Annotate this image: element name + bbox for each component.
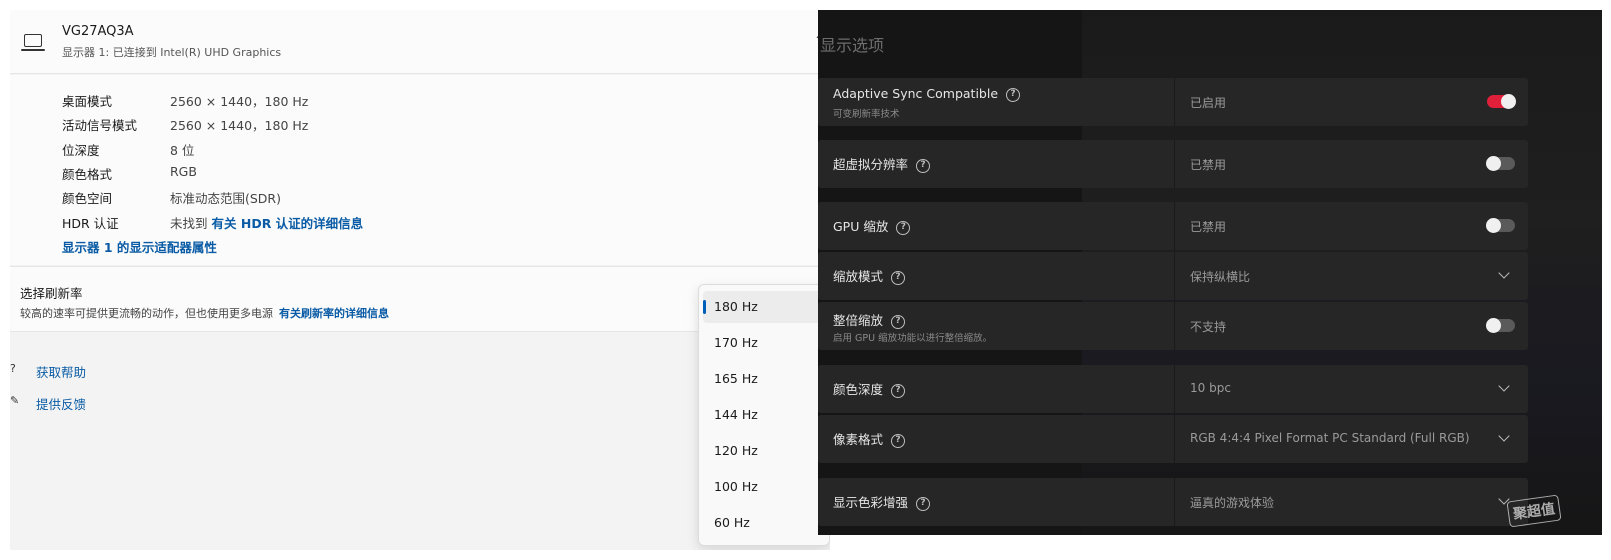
help-circle-icon[interactable]: ? xyxy=(891,314,906,329)
property-value: 未找到 有关 HDR 认证的详细信息 xyxy=(170,213,363,232)
display-options-panel: 显示选项 Adaptive Sync Compatible? 可变刷新率技术 已… xyxy=(818,10,1602,535)
help-circle-icon[interactable]: ? xyxy=(916,158,931,173)
option-pixel-format[interactable]: 像素格式? RGB 4:4:4 Pixel Format PC Standard… xyxy=(818,415,1528,463)
virtual-super-resolution-toggle[interactable] xyxy=(1486,156,1515,171)
adaptive-sync-toggle[interactable] xyxy=(1487,94,1516,109)
hdr-info-link[interactable]: 有关 HDR 认证的详细信息 xyxy=(212,216,364,231)
property-key: 桌面模式 xyxy=(62,94,113,109)
option-virtual-super-resolution: 超虚拟分辨率? 已禁用 xyxy=(818,140,1528,188)
option-label-text: 像素格式 xyxy=(833,432,884,447)
monitor-properties: 桌面模式 2560 × 1440，180 Hz 活动信号模式 2560 × 14… xyxy=(10,75,830,265)
monitor-icon xyxy=(21,34,45,51)
option-label: 像素格式? xyxy=(833,429,906,448)
option-gpu-scaling: GPU 缩放? 已禁用 xyxy=(818,202,1528,250)
feedback-link[interactable]: ✎ 提供反馈 xyxy=(10,394,87,413)
option-value: 保持纵横比 xyxy=(1190,270,1251,284)
divider xyxy=(1174,365,1175,413)
option-color-depth[interactable]: 颜色深度? 10 bpc xyxy=(818,365,1528,413)
option-label: 显示色彩增强? xyxy=(833,492,931,511)
help-circle-icon[interactable]: ? xyxy=(916,496,931,511)
option-label: 颜色深度? xyxy=(833,379,906,398)
option-label: 超虚拟分辨率? xyxy=(833,154,931,173)
help-circle-icon[interactable]: ? xyxy=(896,220,911,235)
monitor-name: VG27AQ3A xyxy=(62,24,134,39)
option-label-text: 颜色深度 xyxy=(833,382,884,397)
divider xyxy=(1174,302,1175,350)
option-label-text: 显示色彩增强 xyxy=(833,495,909,510)
option-adaptive-sync: Adaptive Sync Compatible? 可变刷新率技术 已启用 xyxy=(818,78,1528,126)
help-circle-icon[interactable]: ? xyxy=(891,270,906,285)
option-label: GPU 缩放? xyxy=(833,216,911,235)
refresh-option-120[interactable]: 120 Hz xyxy=(703,435,823,467)
option-label: Adaptive Sync Compatible? xyxy=(833,86,1021,102)
property-key: 颜色格式 xyxy=(62,167,113,182)
divider xyxy=(1174,478,1175,526)
property-key: 颜色空间 xyxy=(62,191,113,206)
property-value: 2560 × 1440，180 Hz xyxy=(170,94,309,109)
option-label-text: Adaptive Sync Compatible xyxy=(833,86,999,101)
option-value: 不支持 xyxy=(1190,320,1227,334)
property-key: HDR 认证 xyxy=(62,216,119,231)
divider xyxy=(1174,202,1175,250)
gpu-scaling-toggle[interactable] xyxy=(1486,218,1515,233)
integer-scaling-toggle[interactable] xyxy=(1486,318,1515,333)
feedback-label: 提供反馈 xyxy=(36,397,87,412)
option-label: 缩放模式? xyxy=(833,266,906,285)
divider xyxy=(1174,78,1175,126)
option-label-text: 整倍缩放 xyxy=(833,313,884,328)
hdr-status: 未找到 xyxy=(170,216,208,231)
refresh-rate-dropdown[interactable]: 180 Hz 170 Hz 165 Hz 144 Hz 120 Hz 100 H… xyxy=(698,284,830,546)
option-label-text: 缩放模式 xyxy=(833,269,884,284)
option-scaling-mode[interactable]: 缩放模式? 保持纵横比 xyxy=(818,252,1528,300)
option-color-enhancement[interactable]: 显示色彩增强? 逼真的游戏体验 xyxy=(818,478,1528,526)
property-value: 标准动态范围(SDR) xyxy=(170,191,281,206)
option-label-text: GPU 缩放 xyxy=(833,219,889,234)
help-circle-icon[interactable]: ? xyxy=(1006,87,1021,102)
refresh-rate-title: 选择刷新率 xyxy=(20,286,83,301)
refresh-option-180[interactable]: 180 Hz xyxy=(703,291,823,323)
feedback-icon: ✎ xyxy=(10,394,20,407)
divider xyxy=(1174,140,1175,188)
monitor-connection: 显示器 1: 已连接到 Intel(R) UHD Graphics xyxy=(62,46,282,59)
option-value: 逼真的游戏体验 xyxy=(1190,496,1275,510)
option-value: 已启用 xyxy=(1190,96,1227,110)
refresh-rate-info-link[interactable]: 有关刷新率的详细信息 xyxy=(279,307,389,320)
help-circle-icon[interactable]: ? xyxy=(891,383,906,398)
divider xyxy=(1174,415,1175,463)
refresh-option-100[interactable]: 100 Hz xyxy=(703,471,823,503)
get-help-link[interactable]: ? 获取帮助 xyxy=(10,362,87,381)
option-sublabel: 可变刷新率技术 xyxy=(833,109,900,120)
option-sublabel: 启用 GPU 缩放功能以进行整倍缩放。 xyxy=(833,333,993,344)
refresh-option-60[interactable]: 60 Hz xyxy=(703,507,823,539)
option-value: 已禁用 xyxy=(1190,158,1227,172)
refresh-rate-description: 较高的速率可提供更流畅的动作，但也使用更多电源 有关刷新率的详细信息 xyxy=(20,305,389,321)
property-value: 8 位 xyxy=(170,143,195,158)
adapter-properties-link[interactable]: 显示器 1 的显示适配器属性 xyxy=(62,237,217,256)
display-settings-panel: VG27AQ3A 显示器 1: 已连接到 Intel(R) UHD Graphi… xyxy=(10,10,830,550)
refresh-option-165[interactable]: 165 Hz xyxy=(703,363,823,395)
chevron-down-icon[interactable] xyxy=(1498,267,1510,279)
property-key: 位深度 xyxy=(62,143,100,158)
help-icon: ? xyxy=(10,362,16,375)
refresh-option-144[interactable]: 144 Hz xyxy=(703,399,823,431)
monitor-card-header[interactable]: VG27AQ3A 显示器 1: 已连接到 Intel(R) UHD Graphi… xyxy=(10,10,830,74)
option-value: RGB 4:4:4 Pixel Format PC Standard (Full… xyxy=(1190,431,1470,445)
option-value: 10 bpc xyxy=(1190,381,1231,395)
property-value: 2560 × 1440，180 Hz xyxy=(170,118,309,133)
display-options-title: 显示选项 xyxy=(820,36,885,55)
refresh-rate-desc-text: 较高的速率可提供更流畅的动作，但也使用更多电源 xyxy=(20,307,273,320)
refresh-option-170[interactable]: 170 Hz xyxy=(703,327,823,359)
property-key: 活动信号模式 xyxy=(62,118,138,133)
help-circle-icon[interactable]: ? xyxy=(891,433,906,448)
option-value: 已禁用 xyxy=(1190,220,1227,234)
get-help-label: 获取帮助 xyxy=(36,365,87,380)
option-integer-scaling: 整倍缩放? 启用 GPU 缩放功能以进行整倍缩放。 不支持 xyxy=(818,302,1528,350)
chevron-down-icon[interactable] xyxy=(1498,380,1510,392)
divider xyxy=(1174,252,1175,300)
property-value: RGB xyxy=(170,164,197,179)
chevron-down-icon[interactable] xyxy=(1498,430,1510,442)
option-label: 整倍缩放? xyxy=(833,310,906,329)
option-label-text: 超虚拟分辨率 xyxy=(833,157,909,172)
